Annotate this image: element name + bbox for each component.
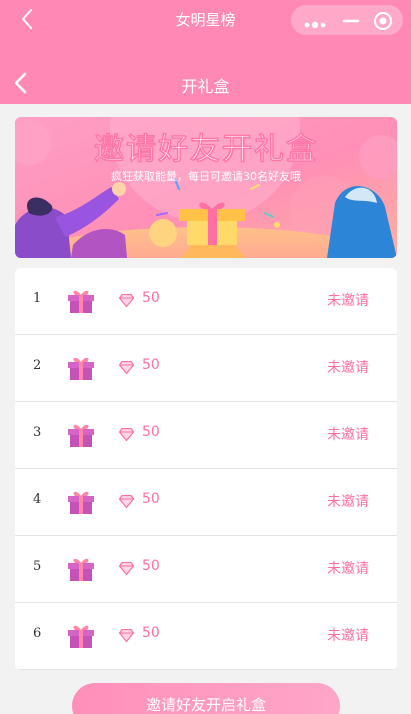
invite-status: 未邀请: [327, 293, 369, 309]
invite-status: 未邀请: [327, 360, 369, 376]
gift-box-icon: [67, 421, 95, 449]
gift-reward: 50: [142, 424, 160, 440]
gift-reward: 50: [142, 558, 160, 574]
gift-box-icon: [67, 555, 95, 583]
more-dots-icon[interactable]: [303, 15, 327, 29]
banner-illustration: 邀请好友开礼盒 疯狂获取能量，每日可邀请30名好友哦: [15, 117, 397, 258]
gift-index: 4: [33, 492, 42, 507]
minimize-icon[interactable]: [339, 13, 363, 27]
gift-box-icon: [67, 622, 95, 650]
gift-row[interactable]: 4 50 未邀请: [15, 469, 397, 536]
diamond-icon: [118, 426, 135, 442]
diamond-icon: [118, 493, 135, 509]
gift-index: 3: [33, 425, 42, 440]
gift-row[interactable]: 1 50 未邀请: [15, 268, 397, 335]
gift-index: 6: [33, 626, 42, 641]
gift-row[interactable]: 5 50 未邀请: [15, 536, 397, 603]
banner-subtitle: 疯狂获取能量，每日可邀请30名好友哦: [111, 169, 301, 183]
gift-index: 2: [33, 358, 42, 373]
nav-bar: 开礼盒: [0, 40, 411, 104]
close-circle-icon[interactable]: [373, 11, 393, 31]
gift-box-icon: [67, 354, 95, 382]
invite-status: 未邀请: [327, 561, 369, 577]
gift-index: 1: [33, 291, 42, 306]
gift-list: 1 50 未邀请 2 50 未邀请 3 50 未邀请 4 50 未邀请 5 50 未邀请 6 50 未邀请: [15, 268, 397, 670]
gift-reward: 50: [142, 290, 160, 306]
invite-banner: 邀请好友开礼盒 疯狂获取能量，每日可邀请30名好友哦: [15, 117, 397, 258]
gift-index: 5: [33, 559, 42, 574]
invite-status: 未邀请: [327, 427, 369, 443]
invite-status: 未邀请: [327, 628, 369, 644]
miniprogram-bar: 女明星榜: [0, 0, 411, 40]
page-title: 开礼盒: [181, 77, 230, 96]
diamond-icon: [118, 560, 135, 576]
gift-row[interactable]: 6 50 未邀请: [15, 603, 397, 670]
diamond-icon: [118, 359, 135, 375]
gift-reward: 50: [142, 491, 160, 507]
invite-friends-button[interactable]: 邀请好友开启礼盒: [72, 683, 340, 714]
gift-row[interactable]: 3 50 未邀请: [15, 402, 397, 469]
diamond-icon: [118, 292, 135, 308]
capsule-menu: [291, 5, 403, 35]
gift-reward: 50: [142, 357, 160, 373]
gift-row[interactable]: 2 50 未邀请: [15, 335, 397, 402]
gift-box-icon: [67, 287, 95, 315]
gift-reward: 50: [142, 625, 160, 641]
invite-status: 未邀请: [327, 494, 369, 510]
diamond-icon: [118, 627, 135, 643]
gift-box-icon: [67, 488, 95, 516]
banner-headline: 邀请好友开礼盒: [94, 132, 318, 167]
